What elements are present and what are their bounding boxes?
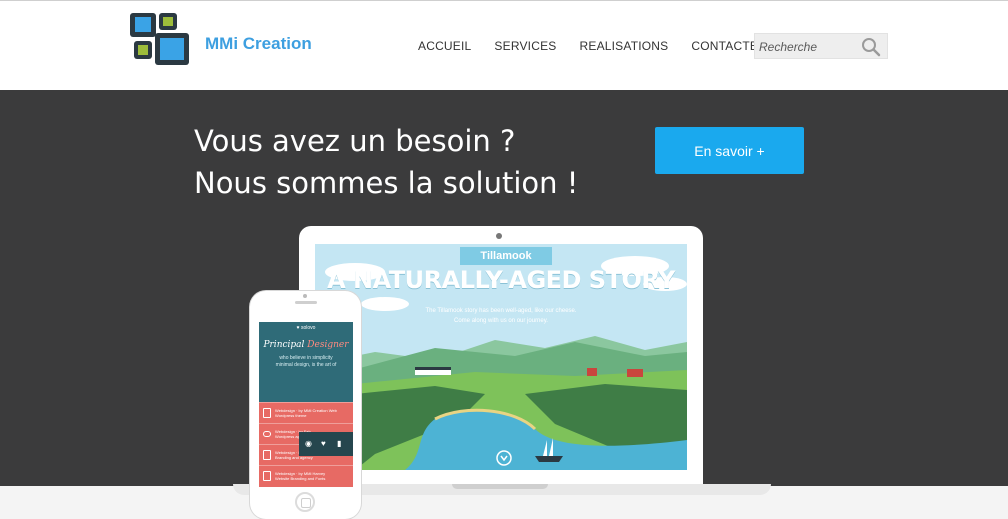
hero-title-line-2: Nous sommes la solution ! [194,166,579,200]
nav-item-services[interactable]: SERVICES [494,39,556,53]
search-input[interactable] [759,38,859,56]
chevron-down-icon[interactable] [499,453,509,463]
screen-subtitle-line-1: The Tillamook story has been well-aged, … [425,308,577,314]
phone-title-a: Principal [263,340,305,350]
phone-app-logo: ♥ solovo [296,325,316,331]
laptop-camera [496,233,502,239]
phone-screen: ♥ solovo Principal Designer who believe … [259,322,353,487]
brand-name[interactable]: MMi Creation [205,34,312,54]
search-icon[interactable] [861,37,881,57]
cloud-icon [263,431,271,437]
list-item[interactable]: Webdesign · by MMi Harvey Website Brandin… [259,465,353,486]
phone-title-b: Designer [307,340,349,350]
screen-headline: A NATURALLY-AGED STORY [327,266,675,294]
main-nav: ACCUEIL SERVICES REALISATIONS CONTACTEZ-… [418,39,805,53]
screen-subtitle: The Tillamook story has been well-aged, … [315,306,687,326]
list-item-detail: Website Branding and Fonts [275,476,326,481]
list-item[interactable]: Webdesign · by MMi Creation Web Wordpress… [259,402,353,423]
hero-title-line-1: Vous avez un besoin ? [194,124,516,158]
phone-camera [303,294,307,298]
phone-hero: ♥ solovo Principal Designer who believe … [259,322,353,402]
nav-item-accueil[interactable]: ACCUEIL [418,39,471,53]
phone-home-button [295,492,315,512]
nav-item-realisations[interactable]: REALISATIONS [580,39,669,53]
screen-subtitle-line-2: Come along with us on our journey. [454,318,548,324]
trash-icon[interactable]: ▮ [337,439,341,448]
phone-device-icon [263,408,271,418]
phone-action-overlay: ◉ ♥ ▮ [299,432,353,456]
laptop-base-notch [452,484,548,489]
phone-hero-subtitle: who believe in simplicity minimal design… [259,355,353,369]
search-box [754,33,888,59]
phone-sub-line-2: minimal design, is the art of [275,362,337,368]
eye-icon[interactable]: ◉ [305,439,312,448]
phone-mockup: ♥ solovo Principal Designer who believe … [250,291,361,519]
hero-title: Vous avez un besoin ? Nous sommes la sol… [194,120,578,204]
phone-hero-title: Principal Designer [259,340,353,350]
document-icon [263,450,271,460]
laptop-screen: Tillamook A NATURALLY-AGED STORY The Til… [315,244,687,470]
gamepad-icon [263,471,271,481]
list-item-detail: Wordpress theme [275,413,307,418]
brand-logo-icon[interactable] [128,11,192,67]
heart-icon[interactable]: ♥ [321,439,326,448]
learn-more-button[interactable]: En savoir + [655,127,804,174]
phone-sub-line-1: who believe in simplicity [279,355,333,361]
site-header: MMi Creation ACCUEIL SERVICES REALISATIO… [0,0,1008,90]
phone-speaker [295,301,317,304]
screen-brand-banner: Tillamook [460,247,552,265]
